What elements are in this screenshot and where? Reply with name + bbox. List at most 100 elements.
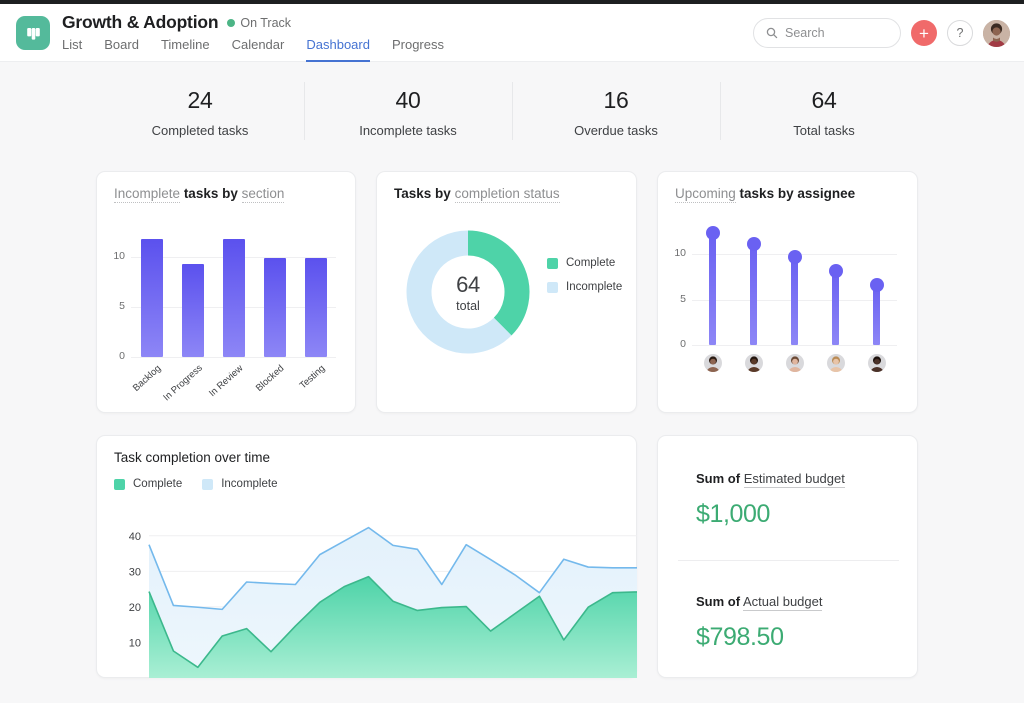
stat-value: 40 <box>396 87 421 114</box>
area-chart-svg: 10203040 <box>119 512 637 678</box>
legend-item-incomplete: Incomplete <box>547 281 622 293</box>
status-dot-icon <box>227 19 235 27</box>
y-axis-tick: 40 <box>129 531 141 543</box>
lollipop-dot <box>829 264 843 278</box>
card-title: Incomplete tasks by section <box>114 186 284 201</box>
app-header: Growth & Adoption On Track List Board Ti… <box>0 4 1024 62</box>
area-chart: 10203040 <box>119 512 637 678</box>
help-button[interactable]: ? <box>947 20 973 46</box>
legend-label: Incomplete <box>221 478 277 490</box>
card-title: Task completion over time <box>114 450 270 465</box>
stat-label: Incomplete tasks <box>359 123 457 138</box>
stat-label: Overdue tasks <box>574 123 658 138</box>
search-input[interactable]: Search <box>753 18 901 48</box>
card-incomplete-tasks-by-section[interactable]: Incomplete tasks by section 0510BacklogI… <box>96 171 356 413</box>
project-tabs: List Board Timeline Calendar Dashboard P… <box>62 37 444 62</box>
lollipop-chart: 0510 <box>692 227 897 362</box>
title-static: tasks by assignee <box>740 186 856 201</box>
assignee-avatar[interactable] <box>744 353 764 373</box>
legend-item-complete: Complete <box>547 257 622 269</box>
card-tasks-by-completion-status[interactable]: Tasks by completion status 64 total Comp… <box>376 171 637 413</box>
y-axis-tick: 10 <box>666 247 686 259</box>
tab-board[interactable]: Board <box>104 37 139 60</box>
y-axis-tick: 0 <box>666 338 686 350</box>
card-task-completion-over-time[interactable]: Task completion over time Complete Incom… <box>96 435 637 678</box>
tab-dashboard[interactable]: Dashboard <box>306 37 370 62</box>
legend-swatch <box>547 282 558 293</box>
legend-label: Incomplete <box>566 281 622 293</box>
lollipop-stem <box>750 244 757 345</box>
lollipop-stem <box>709 233 716 345</box>
stat-label: Completed tasks <box>152 123 249 138</box>
bar-category-label: Testing <box>284 363 327 403</box>
y-axis-tick: 5 <box>666 293 686 305</box>
budget-value: $1,000 <box>696 500 845 529</box>
bar <box>264 258 286 357</box>
stat-value: 24 <box>188 87 213 114</box>
title-group-completion-status[interactable]: completion status <box>455 186 560 203</box>
budget-estimated: Sum of Estimated budget $1,000 <box>696 471 845 529</box>
status-badge[interactable]: On Track <box>227 16 291 30</box>
y-axis-tick: 20 <box>129 602 141 614</box>
lollipop-dot <box>870 278 884 292</box>
assignee-avatar[interactable] <box>867 353 887 373</box>
budget-label-field[interactable]: Estimated budget <box>744 471 845 488</box>
assignee-avatar[interactable] <box>826 353 846 373</box>
stat-completed-tasks: 24 Completed tasks <box>96 76 304 148</box>
bar-category-label: In Review <box>202 363 245 403</box>
legend-swatch <box>114 479 125 490</box>
area-legend: Complete Incomplete <box>114 478 277 490</box>
gridline <box>131 357 336 358</box>
search-icon <box>766 27 778 39</box>
y-axis-tick: 30 <box>129 566 141 578</box>
gridline <box>692 345 897 346</box>
budget-divider <box>678 560 899 561</box>
tab-timeline[interactable]: Timeline <box>161 37 210 60</box>
tab-calendar[interactable]: Calendar <box>232 37 285 60</box>
stat-value: 64 <box>812 87 837 114</box>
title-static: tasks by <box>184 186 238 201</box>
card-budget-summary[interactable]: Sum of Estimated budget $1,000 Sum of Ac… <box>657 435 918 678</box>
bar-category-label: Backlog <box>120 363 163 403</box>
search-placeholder: Search <box>785 26 825 40</box>
summary-stats: 24 Completed tasks 40 Incomplete tasks 1… <box>96 76 928 148</box>
page-title: Growth & Adoption <box>62 12 218 33</box>
assignee-avatar[interactable] <box>785 353 805 373</box>
add-button[interactable]: + <box>911 20 937 46</box>
lollipop-dot <box>788 250 802 264</box>
y-axis-tick: 0 <box>105 350 125 362</box>
lollipop-stem <box>791 257 798 345</box>
title-filter-upcoming[interactable]: Upcoming <box>675 186 736 203</box>
bar <box>223 239 245 357</box>
legend-swatch <box>547 258 558 269</box>
budget-label-prefix: Sum of <box>696 594 740 609</box>
donut-total-label: total <box>456 299 480 313</box>
donut-center-text: 64 total <box>405 229 531 355</box>
budget-value: $798.50 <box>696 623 822 652</box>
lollipop-stem <box>873 285 880 345</box>
donut-chart: 64 total <box>405 229 531 355</box>
card-title: Upcoming tasks by assignee <box>675 186 855 201</box>
card-title: Tasks by completion status <box>394 186 560 201</box>
user-avatar[interactable] <box>983 20 1010 47</box>
assignee-avatar[interactable] <box>703 353 723 373</box>
y-axis-tick: 10 <box>105 250 125 262</box>
card-upcoming-tasks-by-assignee[interactable]: Upcoming tasks by assignee 0510 <box>657 171 918 413</box>
stat-label: Total tasks <box>793 123 854 138</box>
legend-item-complete: Complete <box>114 478 182 490</box>
tab-list[interactable]: List <box>62 37 82 60</box>
bar <box>141 239 163 357</box>
budget-label-field[interactable]: Actual budget <box>743 594 823 611</box>
bar-category-label: Blocked <box>243 363 286 403</box>
bar-category-label: In Progress <box>161 363 204 403</box>
budget-label: Sum of Actual budget <box>696 594 822 609</box>
tab-progress[interactable]: Progress <box>392 37 444 60</box>
title-filter-incomplete[interactable]: Incomplete <box>114 186 180 203</box>
title-group-section[interactable]: section <box>242 186 285 203</box>
stat-total-tasks: 64 Total tasks <box>720 76 928 148</box>
donut-total-value: 64 <box>456 272 480 298</box>
lollipop-dot <box>747 237 761 251</box>
bar-chart: 0510BacklogIn ProgressIn ReviewBlockedTe… <box>131 227 336 357</box>
title-static: Tasks by <box>394 186 451 201</box>
y-axis-tick: 5 <box>105 300 125 312</box>
